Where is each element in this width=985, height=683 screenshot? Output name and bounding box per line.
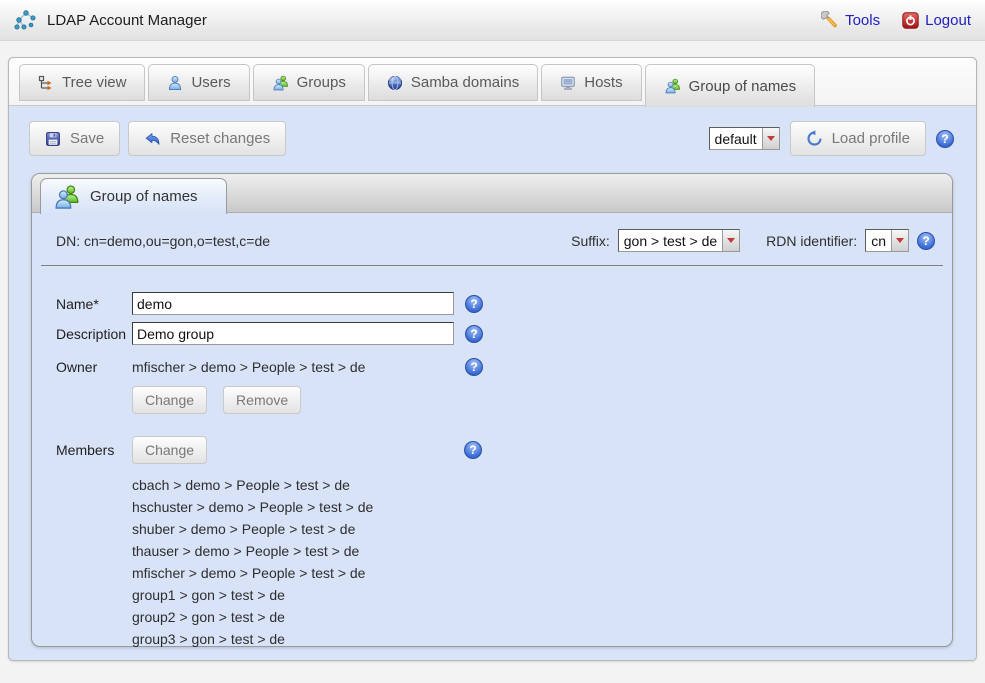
rdn-select[interactable]: cn — [865, 229, 909, 252]
save-button[interactable]: Save — [29, 121, 120, 156]
toolbar: Save Reset changes default Load profile … — [9, 106, 976, 156]
app-title: LDAP Account Manager — [47, 12, 207, 29]
tab-hosts[interactable]: Hosts — [541, 64, 641, 101]
panel-tab-label: Group of names — [90, 188, 198, 205]
reload-circle-icon — [806, 130, 823, 147]
description-row: Description ? — [56, 322, 952, 345]
owner-buttons-row: Change Remove — [132, 386, 952, 414]
tab-group-of-names[interactable]: Group of names — [645, 64, 816, 107]
tools-label: Tools — [845, 12, 880, 29]
reset-changes-label: Reset changes — [170, 130, 270, 147]
main-container: Tree view Users Groups — [8, 57, 977, 661]
owner-change-button[interactable]: Change — [132, 386, 207, 414]
rdn-identifier-label: RDN identifier: — [766, 233, 857, 249]
dn-text: DN: cn=demo,ou=gon,o=test,c=de — [56, 233, 270, 249]
owner-help-icon[interactable]: ? — [465, 358, 483, 376]
save-label: Save — [70, 130, 104, 147]
wrench-icon — [821, 11, 839, 29]
member-item: hschuster > demo > People > test > de — [132, 496, 952, 518]
panel-tab-group-of-names[interactable]: Group of names — [40, 178, 227, 214]
tab-label: Group of names — [689, 78, 797, 95]
members-row: Members Change ? — [56, 436, 952, 464]
tree-view-icon — [38, 75, 54, 91]
member-item: group2 > gon > test > de — [132, 606, 952, 628]
member-item: thauser > demo > People > test > de — [132, 540, 952, 562]
name-input[interactable] — [132, 292, 454, 315]
members-label: Members — [56, 442, 132, 458]
group-icon — [272, 75, 289, 91]
logout-label: Logout — [925, 12, 971, 29]
user-icon — [167, 75, 183, 91]
description-input[interactable] — [132, 322, 454, 345]
group-form: Name* ? Description ? Owner mfischer > d… — [32, 266, 952, 650]
members-help-icon[interactable]: ? — [464, 441, 482, 459]
owner-remove-button[interactable]: Remove — [223, 386, 301, 414]
logout-link[interactable]: Logout — [902, 12, 971, 29]
owner-row: Owner mfischer > demo > People > test > … — [56, 358, 952, 376]
tab-label: Users — [191, 74, 230, 91]
load-profile-label: Load profile — [832, 130, 910, 147]
main-tab-bar: Tree view Users Groups — [9, 58, 976, 106]
profile-select-value: default — [710, 128, 762, 149]
description-help-icon[interactable]: ? — [465, 325, 483, 343]
tab-label: Tree view — [62, 74, 126, 91]
rdn-select-value: cn — [866, 230, 891, 251]
owner-value: mfischer > demo > People > test > de — [132, 359, 454, 375]
profile-select[interactable]: default — [709, 127, 780, 150]
group-of-names-icon — [53, 184, 80, 210]
profile-select-arrow — [762, 128, 779, 149]
suffix-select-arrow — [722, 230, 739, 251]
tab-groups[interactable]: Groups — [253, 64, 365, 101]
logout-power-icon — [902, 12, 919, 29]
member-item: mfischer > demo > People > test > de — [132, 562, 952, 584]
group-of-names-panel: Group of names DN: cn=demo,ou=gon,o=test… — [31, 173, 953, 647]
tab-label: Samba domains — [411, 74, 519, 91]
tab-tree-view[interactable]: Tree view — [19, 64, 145, 101]
suffix-select-value: gon > test > de — [619, 230, 722, 251]
lam-logo-icon — [14, 8, 38, 32]
name-row: Name* ? — [56, 292, 952, 315]
owner-label: Owner — [56, 359, 132, 375]
top-header-bar: LDAP Account Manager Tools Logout — [0, 0, 985, 41]
suffix-label: Suffix: — [571, 233, 610, 249]
globe-icon — [387, 75, 403, 91]
dn-row: DN: cn=demo,ou=gon,o=test,c=de Suffix: g… — [41, 213, 943, 266]
tab-samba-domains[interactable]: Samba domains — [368, 64, 538, 101]
host-computer-icon — [560, 75, 576, 91]
reset-changes-button[interactable]: Reset changes — [128, 121, 286, 156]
tab-users[interactable]: Users — [148, 64, 249, 101]
panel-header-strip: Group of names — [32, 174, 952, 213]
load-profile-button[interactable]: Load profile — [790, 121, 926, 156]
member-item: group3 > gon > test > de — [132, 628, 952, 650]
member-item: shuber > demo > People > test > de — [132, 518, 952, 540]
description-label: Description — [56, 326, 132, 342]
undo-arrow-icon — [144, 131, 161, 147]
member-item: group1 > gon > test > de — [132, 584, 952, 606]
name-label: Name* — [56, 296, 132, 312]
rdn-help-icon[interactable]: ? — [917, 232, 935, 250]
rdn-select-arrow — [891, 230, 908, 251]
member-item: cbach > demo > People > test > de — [132, 474, 952, 496]
group-of-names-icon — [664, 78, 681, 94]
members-change-button[interactable]: Change — [132, 436, 207, 464]
toolbar-help-icon[interactable]: ? — [936, 130, 954, 148]
tab-label: Hosts — [584, 74, 622, 91]
members-list: cbach > demo > People > test > de hschus… — [132, 474, 952, 650]
tools-link[interactable]: Tools — [821, 11, 880, 29]
name-help-icon[interactable]: ? — [465, 295, 483, 313]
suffix-select[interactable]: gon > test > de — [618, 229, 740, 252]
save-floppy-icon — [45, 131, 61, 147]
tab-label: Groups — [297, 74, 346, 91]
